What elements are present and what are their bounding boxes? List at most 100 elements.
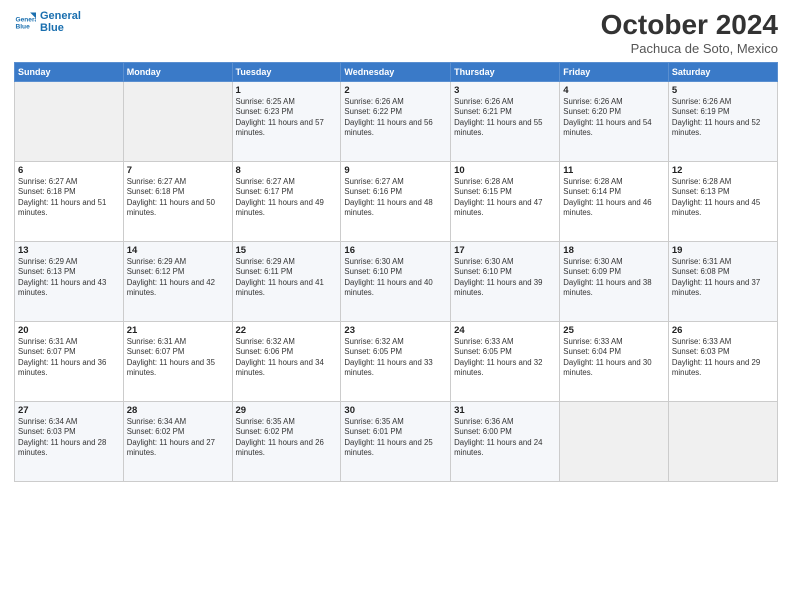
day-info: Sunrise: 6:28 AMSunset: 6:15 PMDaylight:… [454, 177, 556, 219]
day-number: 26 [672, 325, 774, 336]
day-info: Sunrise: 6:27 AMSunset: 6:18 PMDaylight:… [127, 177, 229, 219]
day-number: 22 [236, 325, 338, 336]
day-number: 15 [236, 245, 338, 256]
day-number: 16 [344, 245, 447, 256]
day-info: Sunrise: 6:31 AMSunset: 6:08 PMDaylight:… [672, 257, 774, 299]
day-info: Sunrise: 6:31 AMSunset: 6:07 PMDaylight:… [127, 337, 229, 379]
day-info: Sunrise: 6:35 AMSunset: 6:01 PMDaylight:… [344, 417, 447, 459]
calendar-cell: 25Sunrise: 6:33 AMSunset: 6:04 PMDayligh… [560, 321, 669, 401]
day-number: 29 [236, 405, 338, 416]
col-monday: Monday [123, 62, 232, 81]
day-info: Sunrise: 6:28 AMSunset: 6:13 PMDaylight:… [672, 177, 774, 219]
day-number: 2 [344, 85, 447, 96]
day-number: 24 [454, 325, 556, 336]
day-info: Sunrise: 6:36 AMSunset: 6:00 PMDaylight:… [454, 417, 556, 459]
header: General Blue General Blue October 2024 P… [14, 10, 778, 56]
calendar-cell: 11Sunrise: 6:28 AMSunset: 6:14 PMDayligh… [560, 161, 669, 241]
day-number: 9 [344, 165, 447, 176]
day-info: Sunrise: 6:29 AMSunset: 6:11 PMDaylight:… [236, 257, 338, 299]
day-info: Sunrise: 6:29 AMSunset: 6:13 PMDaylight:… [18, 257, 120, 299]
calendar-cell: 31Sunrise: 6:36 AMSunset: 6:00 PMDayligh… [451, 401, 560, 481]
calendar-table: Sunday Monday Tuesday Wednesday Thursday… [14, 62, 778, 482]
calendar-cell: 10Sunrise: 6:28 AMSunset: 6:15 PMDayligh… [451, 161, 560, 241]
calendar-cell: 5Sunrise: 6:26 AMSunset: 6:19 PMDaylight… [668, 81, 777, 161]
logo: General Blue General Blue [14, 10, 81, 34]
col-tuesday: Tuesday [232, 62, 341, 81]
day-info: Sunrise: 6:26 AMSunset: 6:19 PMDaylight:… [672, 97, 774, 139]
calendar-cell: 6Sunrise: 6:27 AMSunset: 6:18 PMDaylight… [15, 161, 124, 241]
calendar-cell [123, 81, 232, 161]
day-info: Sunrise: 6:27 AMSunset: 6:18 PMDaylight:… [18, 177, 120, 219]
day-number: 31 [454, 405, 556, 416]
calendar-cell: 17Sunrise: 6:30 AMSunset: 6:10 PMDayligh… [451, 241, 560, 321]
calendar-cell: 28Sunrise: 6:34 AMSunset: 6:02 PMDayligh… [123, 401, 232, 481]
day-info: Sunrise: 6:30 AMSunset: 6:10 PMDaylight:… [454, 257, 556, 299]
day-number: 1 [236, 85, 338, 96]
calendar-cell: 29Sunrise: 6:35 AMSunset: 6:02 PMDayligh… [232, 401, 341, 481]
day-number: 21 [127, 325, 229, 336]
location-subtitle: Pachuca de Soto, Mexico [601, 41, 778, 56]
calendar-cell: 27Sunrise: 6:34 AMSunset: 6:03 PMDayligh… [15, 401, 124, 481]
day-info: Sunrise: 6:29 AMSunset: 6:12 PMDaylight:… [127, 257, 229, 299]
title-block: October 2024 Pachuca de Soto, Mexico [601, 10, 778, 56]
day-info: Sunrise: 6:26 AMSunset: 6:21 PMDaylight:… [454, 97, 556, 139]
calendar-cell: 14Sunrise: 6:29 AMSunset: 6:12 PMDayligh… [123, 241, 232, 321]
calendar-cell: 12Sunrise: 6:28 AMSunset: 6:13 PMDayligh… [668, 161, 777, 241]
day-number: 10 [454, 165, 556, 176]
day-info: Sunrise: 6:33 AMSunset: 6:04 PMDaylight:… [563, 337, 665, 379]
day-number: 23 [344, 325, 447, 336]
day-info: Sunrise: 6:32 AMSunset: 6:05 PMDaylight:… [344, 337, 447, 379]
calendar-cell: 21Sunrise: 6:31 AMSunset: 6:07 PMDayligh… [123, 321, 232, 401]
day-info: Sunrise: 6:30 AMSunset: 6:10 PMDaylight:… [344, 257, 447, 299]
day-info: Sunrise: 6:28 AMSunset: 6:14 PMDaylight:… [563, 177, 665, 219]
calendar-cell: 19Sunrise: 6:31 AMSunset: 6:08 PMDayligh… [668, 241, 777, 321]
calendar-cell: 1Sunrise: 6:25 AMSunset: 6:23 PMDaylight… [232, 81, 341, 161]
logo-icon: General Blue [14, 11, 36, 33]
day-info: Sunrise: 6:30 AMSunset: 6:09 PMDaylight:… [563, 257, 665, 299]
day-number: 3 [454, 85, 556, 96]
day-info: Sunrise: 6:35 AMSunset: 6:02 PMDaylight:… [236, 417, 338, 459]
day-number: 11 [563, 165, 665, 176]
day-info: Sunrise: 6:33 AMSunset: 6:03 PMDaylight:… [672, 337, 774, 379]
day-number: 8 [236, 165, 338, 176]
day-info: Sunrise: 6:34 AMSunset: 6:02 PMDaylight:… [127, 417, 229, 459]
day-number: 17 [454, 245, 556, 256]
calendar-cell: 20Sunrise: 6:31 AMSunset: 6:07 PMDayligh… [15, 321, 124, 401]
logo-general: General [40, 10, 81, 22]
calendar-cell: 9Sunrise: 6:27 AMSunset: 6:16 PMDaylight… [341, 161, 451, 241]
calendar-cell: 3Sunrise: 6:26 AMSunset: 6:21 PMDaylight… [451, 81, 560, 161]
month-title: October 2024 [601, 10, 778, 41]
day-number: 18 [563, 245, 665, 256]
day-info: Sunrise: 6:26 AMSunset: 6:20 PMDaylight:… [563, 97, 665, 139]
col-wednesday: Wednesday [341, 62, 451, 81]
day-number: 5 [672, 85, 774, 96]
col-thursday: Thursday [451, 62, 560, 81]
col-sunday: Sunday [15, 62, 124, 81]
day-number: 12 [672, 165, 774, 176]
day-info: Sunrise: 6:26 AMSunset: 6:22 PMDaylight:… [344, 97, 447, 139]
calendar-cell: 8Sunrise: 6:27 AMSunset: 6:17 PMDaylight… [232, 161, 341, 241]
day-info: Sunrise: 6:31 AMSunset: 6:07 PMDaylight:… [18, 337, 120, 379]
calendar-cell: 7Sunrise: 6:27 AMSunset: 6:18 PMDaylight… [123, 161, 232, 241]
logo-blue: Blue [40, 22, 81, 34]
day-number: 13 [18, 245, 120, 256]
calendar-cell: 4Sunrise: 6:26 AMSunset: 6:20 PMDaylight… [560, 81, 669, 161]
svg-text:General: General [15, 16, 36, 23]
day-number: 20 [18, 325, 120, 336]
calendar-cell: 16Sunrise: 6:30 AMSunset: 6:10 PMDayligh… [341, 241, 451, 321]
day-number: 7 [127, 165, 229, 176]
calendar-cell [560, 401, 669, 481]
calendar-cell: 15Sunrise: 6:29 AMSunset: 6:11 PMDayligh… [232, 241, 341, 321]
day-number: 25 [563, 325, 665, 336]
day-number: 6 [18, 165, 120, 176]
day-info: Sunrise: 6:25 AMSunset: 6:23 PMDaylight:… [236, 97, 338, 139]
day-info: Sunrise: 6:27 AMSunset: 6:16 PMDaylight:… [344, 177, 447, 219]
calendar-cell [15, 81, 124, 161]
calendar-cell [668, 401, 777, 481]
day-info: Sunrise: 6:33 AMSunset: 6:05 PMDaylight:… [454, 337, 556, 379]
svg-text:Blue: Blue [15, 24, 30, 31]
col-friday: Friday [560, 62, 669, 81]
calendar-cell: 23Sunrise: 6:32 AMSunset: 6:05 PMDayligh… [341, 321, 451, 401]
day-info: Sunrise: 6:34 AMSunset: 6:03 PMDaylight:… [18, 417, 120, 459]
calendar-cell: 22Sunrise: 6:32 AMSunset: 6:06 PMDayligh… [232, 321, 341, 401]
